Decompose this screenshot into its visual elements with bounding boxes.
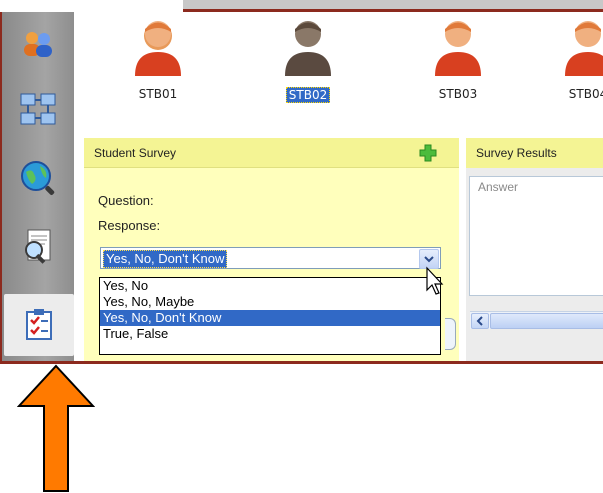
results-panel-header: Survey Results bbox=[466, 138, 603, 168]
globe-search-icon bbox=[21, 161, 55, 195]
response-select[interactable]: Yes, No, Don't Know bbox=[100, 247, 441, 269]
horizontal-scrollbar[interactable] bbox=[470, 311, 603, 329]
app-window: STB01 STB02 STB03 STB04 bbox=[0, 0, 603, 364]
student-name: STB01 bbox=[138, 87, 178, 101]
student-avatar-icon bbox=[565, 21, 603, 76]
survey-panel-title: Student Survey bbox=[94, 146, 177, 160]
student-strip: STB01 STB02 STB03 STB04 bbox=[84, 12, 603, 133]
response-select-value: Yes, No, Don't Know bbox=[103, 250, 228, 268]
checklist-icon bbox=[26, 309, 52, 340]
question-label: Question: bbox=[98, 193, 154, 208]
student-name: STB03 bbox=[438, 87, 478, 101]
results-panel-title: Survey Results bbox=[476, 146, 557, 160]
option-yes-no[interactable]: Yes, No bbox=[100, 278, 440, 294]
mouse-cursor-icon bbox=[426, 266, 444, 295]
top-bar bbox=[183, 0, 603, 9]
student-stb03[interactable]: STB03 bbox=[418, 18, 498, 103]
sidebar bbox=[2, 12, 74, 361]
users-icon bbox=[24, 32, 52, 57]
chevron-left-icon bbox=[476, 316, 483, 326]
student-stb01[interactable]: STB01 bbox=[118, 18, 198, 103]
sidebar-item-users[interactable] bbox=[2, 14, 74, 74]
sidebar-item-survey[interactable] bbox=[4, 294, 74, 356]
survey-results-panel: Survey Results Answer bbox=[466, 138, 603, 361]
sidebar-item-document-search[interactable] bbox=[2, 216, 74, 276]
response-options-list[interactable]: Yes, No Yes, No, Maybe Yes, No, Don't Kn… bbox=[99, 277, 441, 355]
survey-panel-header: Student Survey bbox=[84, 138, 459, 168]
network-icon bbox=[20, 93, 56, 125]
document-search-icon bbox=[25, 229, 51, 264]
plus-icon bbox=[419, 144, 437, 162]
chevron-down-icon bbox=[424, 256, 434, 263]
answer-column-header[interactable]: Answer bbox=[478, 180, 518, 194]
student-avatar-icon bbox=[285, 21, 331, 76]
sidebar-item-network[interactable] bbox=[2, 80, 74, 140]
student-avatar-icon bbox=[435, 21, 481, 76]
student-avatar-icon bbox=[135, 21, 181, 76]
student-name: STB02 bbox=[285, 87, 331, 103]
student-stb02[interactable]: STB02 bbox=[268, 18, 348, 104]
scroll-left-button[interactable] bbox=[471, 313, 489, 329]
panel-button-edge[interactable] bbox=[445, 318, 456, 350]
student-name: STB04 bbox=[568, 87, 603, 101]
sidebar-item-web-search[interactable] bbox=[2, 148, 74, 208]
response-label: Response: bbox=[98, 218, 161, 233]
option-yes-no-dont-know[interactable]: Yes, No, Don't Know bbox=[100, 310, 440, 326]
option-true-false[interactable]: True, False bbox=[100, 326, 440, 342]
scroll-thumb[interactable] bbox=[490, 313, 603, 329]
up-arrow-icon bbox=[17, 364, 95, 492]
option-yes-no-maybe[interactable]: Yes, No, Maybe bbox=[100, 294, 440, 310]
results-grid[interactable]: Answer bbox=[469, 176, 603, 329]
student-stb04[interactable]: STB04 bbox=[548, 18, 603, 103]
add-survey-button[interactable] bbox=[419, 144, 437, 162]
